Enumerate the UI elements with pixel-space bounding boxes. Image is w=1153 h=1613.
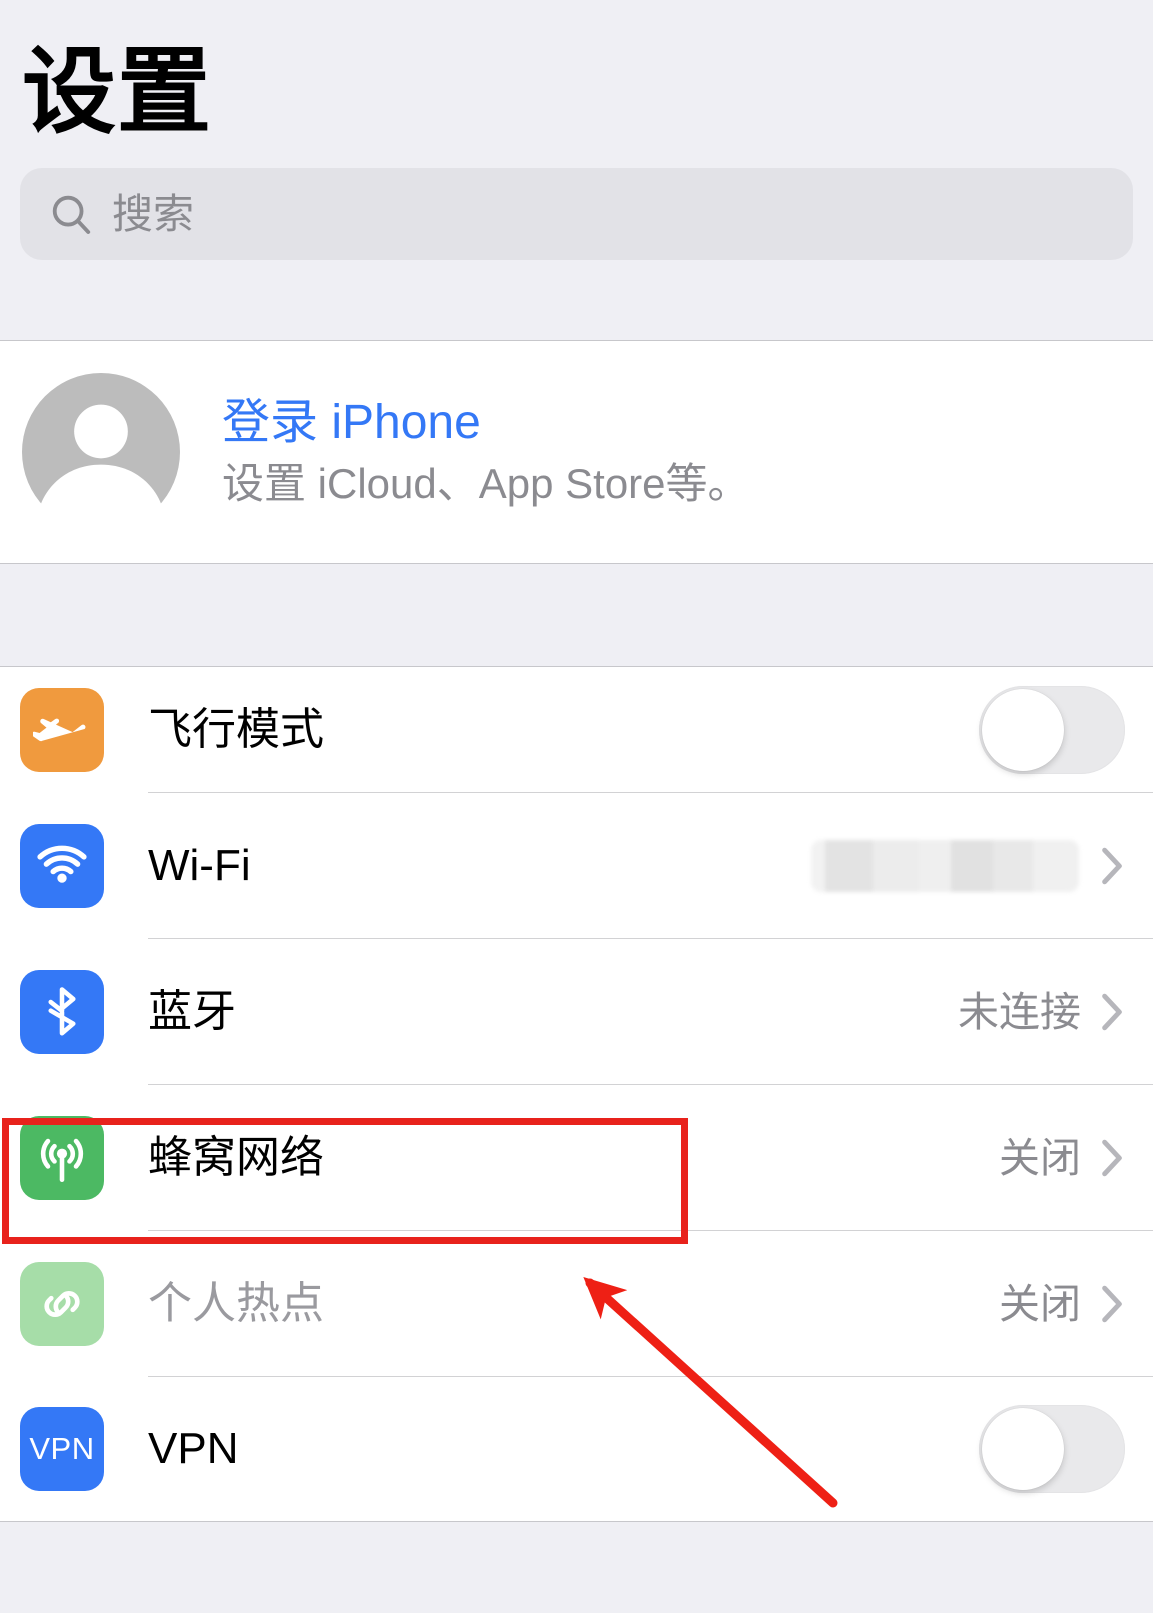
wifi-icon — [20, 824, 104, 908]
account-text: 登录 iPhone 设置 iCloud、App Store等。 — [222, 399, 750, 505]
account-subtitle: 设置 iCloud、App Store等。 — [222, 460, 750, 507]
settings-row-wifi[interactable]: Wi-Fi — [0, 793, 1153, 939]
search-input[interactable]: 搜索 — [20, 168, 1133, 261]
settings-row-label: VPN — [148, 1424, 239, 1473]
settings-row-cellular[interactable]: 蜂窝网络 关闭 — [0, 1085, 1153, 1231]
personal-hotspot-status-value: 关闭 — [999, 1280, 1081, 1327]
section-gap — [0, 564, 1153, 666]
settings-row-label: 蓝牙 — [148, 987, 236, 1036]
chevron-right-icon — [1102, 1139, 1122, 1177]
cellular-status-value: 关闭 — [999, 1134, 1081, 1181]
account-group: 登录 iPhone 设置 iCloud、App Store等。 — [0, 340, 1153, 564]
chevron-right-icon — [1102, 993, 1122, 1031]
settings-row-airplane-mode[interactable]: 飞行模式 — [0, 667, 1153, 793]
settings-row-label: 蜂窝网络 — [148, 1133, 324, 1182]
settings-row-bluetooth[interactable]: 蓝牙 未连接 — [0, 939, 1153, 1085]
search-icon — [52, 195, 91, 235]
settings-row-label: 飞行模式 — [148, 705, 324, 754]
bluetooth-icon — [20, 970, 104, 1054]
chevron-right-icon — [1102, 847, 1122, 885]
cellular-icon — [20, 1116, 104, 1200]
settings-row-label: 个人热点 — [148, 1279, 324, 1328]
connectivity-group: 飞行模式 Wi-Fi 蓝牙 未连接 蜂窝网络 关闭 个人热点 关闭 VPN VP… — [0, 666, 1153, 1522]
wifi-value-redacted — [811, 840, 1079, 892]
account-row[interactable]: 登录 iPhone 设置 iCloud、App Store等。 — [0, 341, 1153, 563]
settings-row-label: Wi-Fi — [148, 841, 251, 890]
settings-row-personal-hotspot[interactable]: 个人热点 关闭 — [0, 1231, 1153, 1377]
personal-hotspot-icon — [20, 1262, 104, 1346]
settings-row-vpn[interactable]: VPN VPN — [0, 1377, 1153, 1521]
vpn-icon: VPN — [20, 1407, 104, 1491]
bluetooth-status-value: 未连接 — [958, 988, 1081, 1035]
vpn-icon-label: VPN — [29, 1431, 95, 1466]
toggle-knob — [982, 689, 1064, 771]
settings-screen: 设置 搜索 登录 iPhone 设置 iCloud、App Store等。 飞行… — [0, 0, 1153, 1613]
airplane-mode-toggle[interactable] — [979, 686, 1125, 774]
person-avatar-icon — [22, 373, 180, 531]
page-title: 设置 — [22, 39, 213, 144]
airplane-icon — [20, 688, 104, 772]
account-signin-label: 登录 iPhone — [222, 396, 481, 449]
bottom-fill — [0, 1522, 1153, 1567]
vpn-toggle[interactable] — [979, 1405, 1125, 1493]
header: 设置 搜索 — [0, 0, 1153, 340]
toggle-knob — [982, 1408, 1064, 1490]
search-placeholder: 搜索 — [112, 190, 194, 237]
search-wrap: 搜索 — [0, 146, 1153, 261]
chevron-right-icon — [1102, 1285, 1122, 1323]
